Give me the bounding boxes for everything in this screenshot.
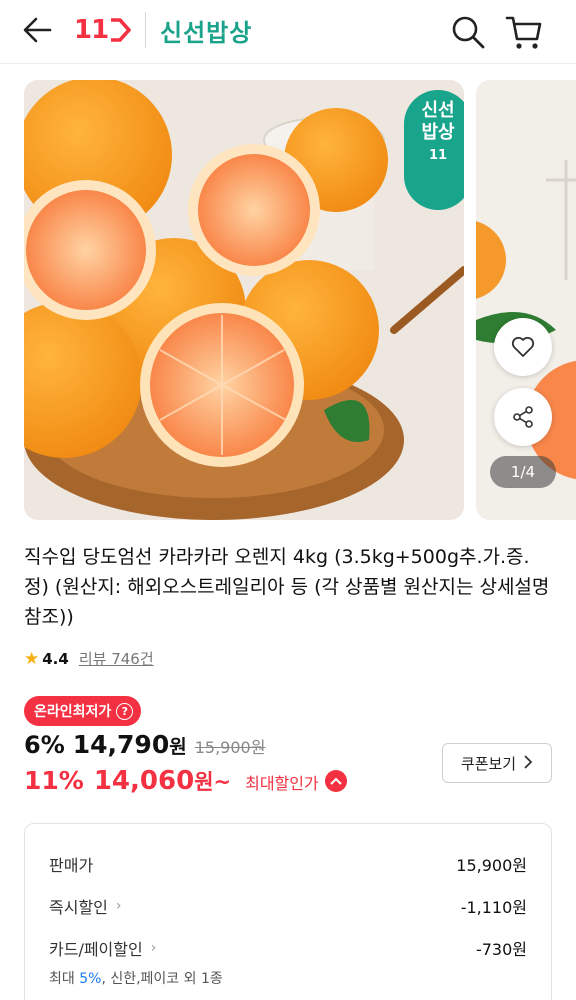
currency-unit: 원 <box>169 736 187 758</box>
max-discount-label: 최대할인가 <box>245 774 319 793</box>
max-currency-unit: 원~ <box>194 770 232 794</box>
online-lowest-price-badge[interactable]: 온라인최저가 ? <box>24 696 142 726</box>
breakdown-row-instant-discount[interactable]: 즉시할인 › -1,110원 <box>49 894 527 918</box>
chevron-right-icon: › <box>150 940 157 956</box>
back-arrow-icon[interactable] <box>20 14 56 46</box>
next-product-photo[interactable] <box>476 80 576 520</box>
fresh-meal-badge: 신선 밥상 11 <box>404 90 464 210</box>
share-icon <box>513 406 533 428</box>
badge-logo: 11 <box>428 148 448 163</box>
product-gallery[interactable]: 신선 밥상 11 1/4 <box>0 80 576 520</box>
logo-text: 11 <box>74 15 109 45</box>
rating-row[interactable]: ★ 4.4 리뷰 746건 <box>24 648 154 669</box>
sale-price: 14,790 <box>72 730 170 759</box>
max-discount-row[interactable]: 11% 14,060 원~ 최대할인가 <box>24 766 347 796</box>
price-breakdown: 판매가 15,900원 즉시할인 › -1,110원 카드/페이할인 › -730원… <box>24 823 552 1000</box>
max-discount-price: 14,060 <box>93 766 195 796</box>
breakdown-row-price: 판매가 15,900원 <box>49 856 527 875</box>
sale-price-row: 6% 14,790 원 15,900원 <box>24 730 265 759</box>
wishlist-button[interactable] <box>494 318 552 376</box>
product-photo[interactable]: 신선 밥상 11 <box>24 80 464 520</box>
logo-arrow-icon <box>111 18 131 42</box>
chevron-up-icon[interactable] <box>324 770 347 792</box>
share-button[interactable] <box>494 388 552 446</box>
search-icon[interactable] <box>448 12 488 52</box>
brand-title[interactable]: 신선밥상 <box>160 13 252 48</box>
question-icon[interactable]: ? <box>116 702 134 720</box>
breakdown-row-card-discount[interactable]: 카드/페이할인 › -730원 <box>49 936 527 960</box>
max-discount-percent: 11% <box>24 766 84 795</box>
chevron-right-icon: › <box>115 898 122 914</box>
cart-icon[interactable] <box>504 12 544 52</box>
review-count-link[interactable]: 리뷰 746건 <box>79 648 154 669</box>
oranges-image-2 <box>476 80 576 520</box>
image-pager: 1/4 <box>490 456 556 488</box>
chevron-right-icon <box>524 754 533 773</box>
heart-icon <box>511 336 535 357</box>
product-title: 직수입 당도엄선 카라카라 오렌지 4kg (3.5kg+500g추.가.증.정… <box>24 546 550 628</box>
star-icon: ★ <box>24 648 40 669</box>
rating-score: 4.4 <box>42 649 69 668</box>
coupon-button[interactable]: 쿠폰보기 <box>442 743 552 783</box>
top-header: 11 신선밥상 <box>0 0 576 64</box>
discount-percent: 6% <box>24 731 65 759</box>
header-divider <box>145 12 146 48</box>
oranges-image <box>24 80 464 520</box>
11st-logo[interactable]: 11 <box>74 14 134 46</box>
original-price: 15,900원 <box>194 738 266 757</box>
card-discount-note: 최대 5%, 신한,페이코 외 1종 <box>49 971 223 987</box>
